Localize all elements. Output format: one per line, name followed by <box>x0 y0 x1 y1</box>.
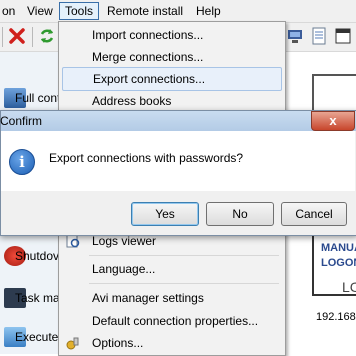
menu-item-remote-install[interactable]: Remote install <box>102 3 188 19</box>
dialog-title: Confirm <box>0 114 43 128</box>
confirm-dialog: Confirm x i Export connections with pass… <box>0 110 356 236</box>
menu-item-label: Import connections... <box>92 28 204 42</box>
window-icon[interactable] <box>334 27 352 45</box>
options-icon <box>66 337 79 350</box>
menu-default-connection-properties[interactable]: Default connection properties... <box>59 310 285 332</box>
menu-item-label: Default connection properties... <box>92 314 259 328</box>
menu-item-connection[interactable]: on <box>0 3 20 19</box>
manual-link[interactable]: MANUA <box>321 242 356 254</box>
menu-item-help[interactable]: Help <box>191 3 226 19</box>
left-item-execute[interactable]: Execute <box>0 321 60 353</box>
refresh-icon[interactable] <box>38 27 56 45</box>
menu-item-label: Merge connections... <box>92 50 204 64</box>
menu-options[interactable]: Options... <box>59 332 285 354</box>
no-button[interactable]: No <box>206 202 274 226</box>
logon-link[interactable]: LOGON <box>321 257 356 269</box>
close-icon: x <box>329 113 337 128</box>
left-item-shutdown[interactable]: Shutdov <box>0 240 60 272</box>
menu-item-label: Address books <box>92 94 172 108</box>
menu-avi-manager-settings[interactable]: Avi manager settings <box>59 287 285 309</box>
panel-text: LC <box>342 279 356 295</box>
dialog-message: Export connections with passwords? <box>49 151 244 165</box>
menu-separator <box>89 283 279 284</box>
left-item-label: Task mar <box>15 291 64 305</box>
menu-bar: on View Tools Remote install Help <box>0 0 356 23</box>
ip-address: 192.168 <box>316 311 356 323</box>
menu-item-label: Avi manager settings <box>92 291 204 305</box>
menu-address-books[interactable]: Address books <box>59 90 285 112</box>
menu-language[interactable]: Language... <box>59 258 285 280</box>
computer-icon[interactable] <box>286 27 304 45</box>
dialog-title-bar[interactable]: Confirm x <box>0 111 356 131</box>
menu-merge-connections[interactable]: Merge connections... <box>59 46 285 68</box>
dialog-body: i Export connections with passwords? <box>1 131 355 191</box>
menu-item-label: Language... <box>92 262 156 276</box>
menu-export-connections[interactable]: Export connections... <box>62 67 282 91</box>
menu-item-view[interactable]: View <box>22 3 58 19</box>
left-item-label: Full contr <box>15 91 65 105</box>
menu-item-label: Export connections... <box>93 72 206 86</box>
toolbar-separator <box>32 27 33 47</box>
menu-item-label: Options... <box>92 336 144 350</box>
cancel-button[interactable]: Cancel <box>281 202 347 226</box>
yes-button[interactable]: Yes <box>131 202 199 226</box>
document-icon[interactable] <box>310 27 328 45</box>
left-item-task-manager[interactable]: Task mar <box>0 282 64 314</box>
close-button[interactable]: x <box>311 111 355 131</box>
delete-icon[interactable] <box>8 27 26 45</box>
left-item-label: Execute <box>15 330 59 344</box>
menu-item-tools[interactable]: Tools <box>59 2 100 20</box>
menu-import-connections[interactable]: Import connections... <box>59 24 285 46</box>
left-item-label: Shutdov <box>15 249 60 263</box>
menu-separator <box>89 255 279 256</box>
info-icon: i <box>9 149 35 175</box>
toolbar-separator <box>2 27 3 47</box>
